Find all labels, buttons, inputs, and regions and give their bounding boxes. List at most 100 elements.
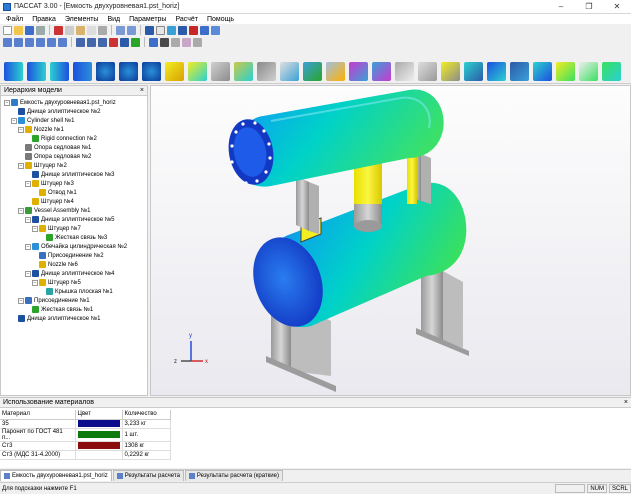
menu-view[interactable]: Вид [107, 16, 120, 23]
tree-expander-icon[interactable]: − [18, 162, 24, 169]
maximize-button[interactable]: ❐ [575, 0, 603, 14]
tree-node[interactable]: − Днище эллиптическое №4 [1, 269, 147, 278]
tree-node[interactable]: − Штуцер №7 [1, 224, 147, 233]
tree-expander-icon[interactable]: − [25, 270, 31, 277]
database-icon[interactable] [200, 25, 209, 35]
tree-node[interactable]: Rigid connection №2 [1, 134, 147, 143]
nozzle-icon[interactable] [165, 62, 184, 81]
menu-help[interactable]: Помощь [207, 16, 234, 23]
stress-icon[interactable] [167, 25, 176, 35]
menu-parameters[interactable]: Параметры [129, 16, 166, 23]
attachment-icon[interactable] [510, 62, 529, 81]
close-panel-icon[interactable]: × [140, 87, 144, 94]
report-icon[interactable] [178, 25, 187, 35]
tree-expander-icon[interactable]: − [11, 117, 17, 124]
tree-node[interactable]: Отвод №1 [1, 188, 147, 197]
properties-icon[interactable] [98, 25, 107, 35]
tree-node[interactable]: Присоединение №2 [1, 251, 147, 260]
pan-icon[interactable] [58, 37, 67, 47]
tree-node[interactable]: − Штуцер №3 [1, 179, 147, 188]
tree-node[interactable]: − Штуцер №5 [1, 278, 147, 287]
tree-expander-icon[interactable]: − [25, 180, 31, 187]
close-button[interactable]: ✕ [603, 0, 631, 14]
rotate-icon[interactable] [47, 37, 56, 47]
paste-icon[interactable] [76, 25, 85, 35]
tab-results[interactable]: Результаты расчета [112, 470, 184, 481]
zoom-window-icon[interactable] [14, 37, 23, 47]
elliptic-head-icon[interactable] [96, 62, 115, 81]
tree-node[interactable]: Жесткая связь №3 [1, 233, 147, 242]
tree-node[interactable]: − Cylinder shell №1 [1, 116, 147, 125]
tree-node[interactable]: Опора седловая №2 [1, 152, 147, 161]
view-front-icon[interactable] [76, 37, 85, 47]
zoom-icon[interactable] [3, 37, 12, 47]
vessel-3d-model[interactable]: y x z [151, 86, 631, 396]
scale-icon[interactable] [171, 37, 180, 47]
saddle-support-icon[interactable] [257, 62, 276, 81]
results-icon[interactable] [156, 25, 165, 35]
shaded-icon[interactable] [120, 37, 129, 47]
rigid-connection-icon[interactable] [441, 62, 460, 81]
view-iso-icon[interactable] [98, 37, 107, 47]
minimize-button[interactable]: – [547, 0, 575, 14]
help-icon[interactable] [211, 25, 220, 35]
flange-icon[interactable] [211, 62, 230, 81]
tree-node[interactable]: − Обечайка цилиндрическая №2 [1, 242, 147, 251]
insulation-icon[interactable] [418, 62, 437, 81]
wireframe-icon[interactable] [131, 37, 140, 47]
color-swatch[interactable] [77, 431, 120, 438]
tree-node[interactable]: − Присоединение №1 [1, 296, 147, 305]
column-header-material[interactable]: Материал [0, 410, 76, 420]
upper-support-left[interactable] [296, 176, 319, 234]
color-swatch[interactable] [77, 420, 120, 427]
tube-sheet-icon[interactable] [533, 62, 552, 81]
table-row[interactable]: Паронит по ГОСТ 481 п... 1 шт. [0, 428, 171, 442]
copy-icon[interactable] [65, 25, 74, 35]
menu-elements[interactable]: Элементы [65, 16, 99, 23]
undo-icon[interactable] [116, 25, 125, 35]
zoom-out-icon[interactable] [36, 37, 45, 47]
color-swatch[interactable] [77, 451, 120, 458]
heat-exchanger-icon[interactable] [602, 62, 621, 81]
elbow-icon[interactable] [188, 62, 207, 81]
tree-node[interactable]: Жесткая связь №1 [1, 305, 147, 314]
tree-node[interactable]: Днище эллиптическое №3 [1, 170, 147, 179]
jacket-icon[interactable] [464, 62, 483, 81]
measure-icon[interactable] [160, 37, 169, 47]
tree-node[interactable]: Штуцер №4 [1, 197, 147, 206]
cone-icon[interactable] [27, 62, 46, 81]
column-header-amount[interactable]: Количество [122, 410, 171, 420]
view-top-icon[interactable] [87, 37, 96, 47]
tree-node[interactable]: Крышка плоская №1 [1, 287, 147, 296]
save-icon[interactable] [25, 25, 34, 35]
flat-cover-icon[interactable] [487, 62, 506, 81]
view-axes-icon[interactable] [109, 37, 118, 47]
delete-icon[interactable] [87, 25, 96, 35]
moment-icon[interactable] [372, 62, 391, 81]
menu-file[interactable]: Файл [6, 16, 23, 23]
redo-icon[interactable] [127, 25, 136, 35]
tab-model[interactable]: Емкость двухуровневая1.pst_horiz [0, 470, 112, 481]
tree-expander-icon[interactable]: − [25, 243, 31, 250]
tree-node[interactable]: − Емкость двухуровневая1.pst_horiz [1, 98, 147, 107]
table-row[interactable]: Ст3 (МДС 31-4.2000) 0,2292 кг [0, 450, 171, 460]
tree-node[interactable]: − Днище эллиптическое №5 [1, 215, 147, 224]
lifting-lug-icon[interactable] [326, 62, 345, 81]
tree-node[interactable]: Опора седловая №1 [1, 143, 147, 152]
tree-expander-icon[interactable]: − [25, 216, 31, 223]
select-icon[interactable] [149, 37, 158, 47]
spherical-head-icon[interactable] [119, 62, 138, 81]
new-file-icon[interactable] [3, 25, 12, 35]
tree-node[interactable]: Днище эллиптическое №2 [1, 107, 147, 116]
color-swatch[interactable] [77, 442, 120, 449]
menu-edit[interactable]: Правка [32, 16, 56, 23]
zoom-in-icon[interactable] [25, 37, 34, 47]
cut-icon[interactable] [54, 25, 63, 35]
flag-icon[interactable] [189, 25, 198, 35]
tree-expander-icon[interactable]: − [18, 126, 24, 133]
tree-expander-icon[interactable]: − [32, 279, 38, 286]
tab-results-brief[interactable]: Результаты расчета (краткие) [184, 470, 283, 481]
transition-icon[interactable] [50, 62, 69, 81]
load-icon[interactable] [349, 62, 368, 81]
leg-support-icon[interactable] [280, 62, 299, 81]
